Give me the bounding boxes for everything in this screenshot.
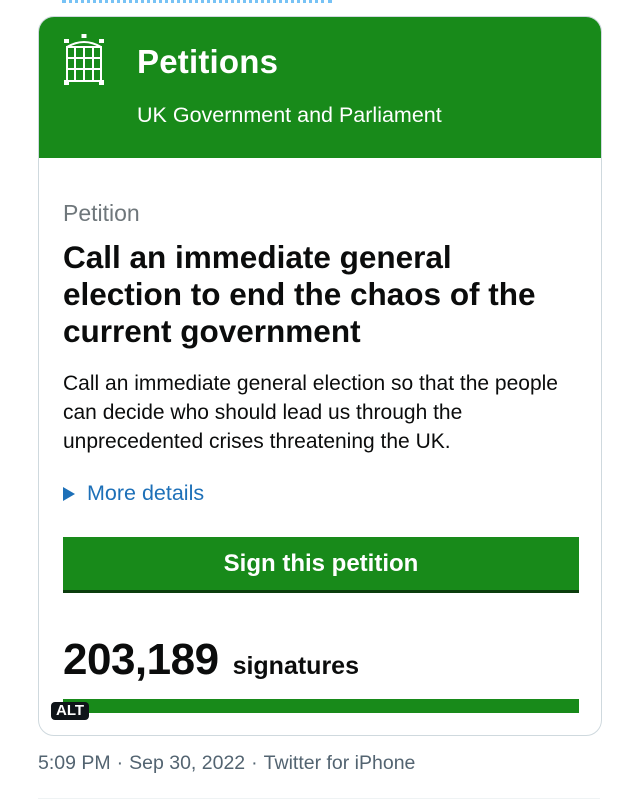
tweet-metadata: 5:09 PM · Sep 30, 2022 · Twitter for iPh… (38, 752, 415, 775)
petitions-header: Petitions UK Government and Parliament (39, 17, 601, 158)
petition-title: Call an immediate general election to en… (63, 239, 536, 349)
tweet-source[interactable]: Twitter for iPhone (264, 752, 416, 775)
signature-progress-bar (63, 699, 579, 713)
meta-separator: · (251, 752, 258, 774)
tweet-time[interactable]: 5:09 PM (38, 752, 111, 775)
more-details-link[interactable]: More details (63, 481, 204, 506)
disclosure-triangle-icon (63, 486, 75, 501)
signature-label: signatures (232, 652, 359, 680)
meta-separator: · (116, 752, 124, 774)
petition-kind-label: Petition (63, 200, 140, 226)
signature-progress-fill (63, 699, 579, 713)
previous-tweet-link-fragment (62, 0, 332, 7)
signature-count: 203,189 (63, 635, 219, 684)
site-subtitle: UK Government and Parliament (137, 103, 442, 127)
tweet-date[interactable]: Sep 30, 2022 (129, 752, 245, 775)
portcullis-icon (64, 34, 104, 85)
divider (38, 798, 600, 799)
sign-petition-button[interactable]: Sign this petition (63, 537, 579, 590)
alt-text-badge[interactable]: ALT (51, 702, 90, 720)
site-title: Petitions (137, 43, 279, 80)
signature-count-row: 203,189 signatures (63, 635, 359, 685)
petition-card[interactable]: Petitions UK Government and Parliament P… (38, 16, 602, 736)
petition-summary: Call an immediate general election so th… (63, 372, 558, 453)
more-details-label: More details (87, 481, 205, 505)
